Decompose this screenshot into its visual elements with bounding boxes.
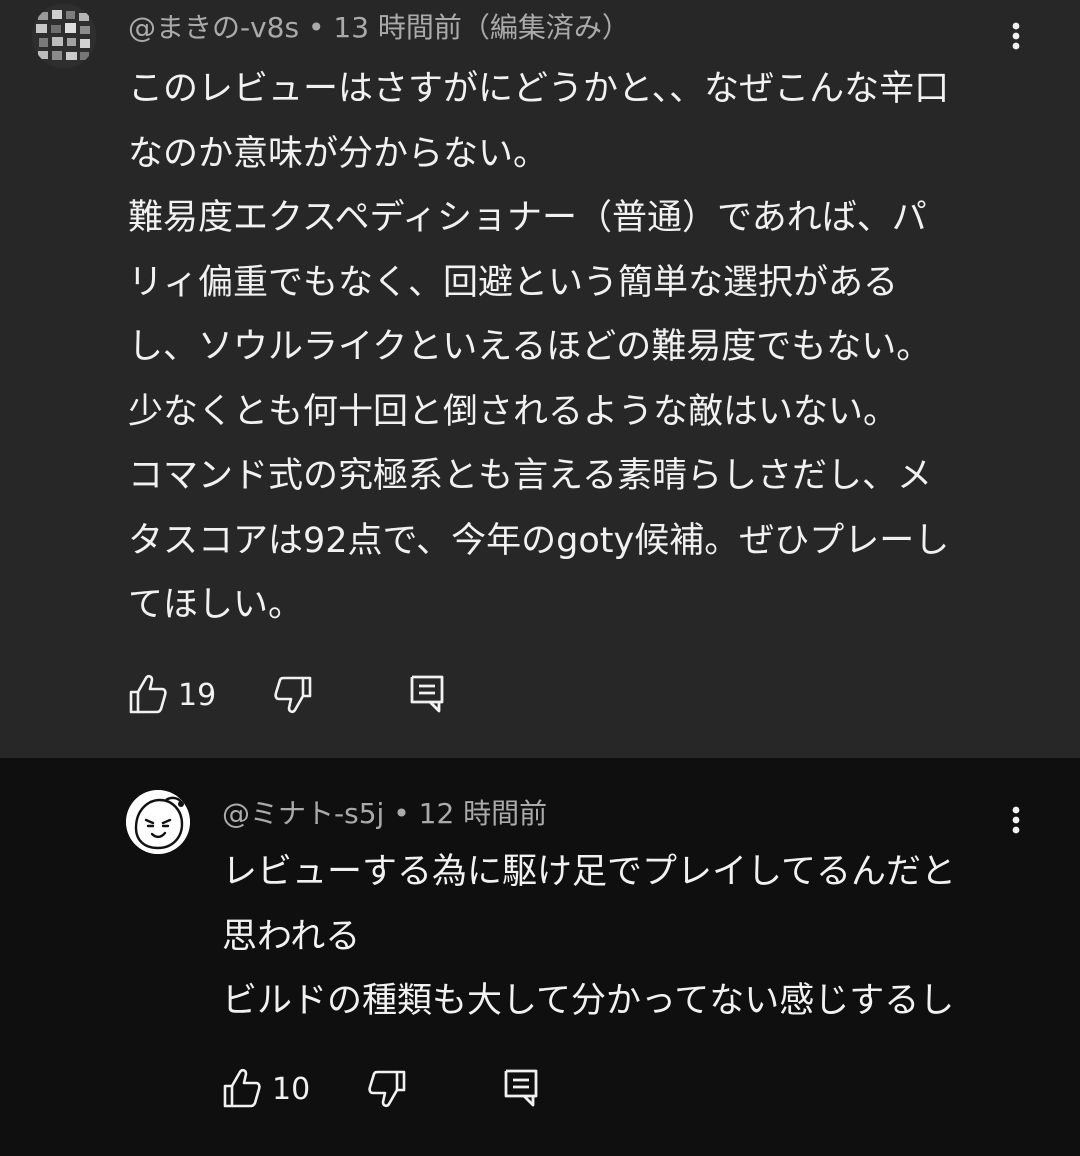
like-button[interactable] <box>222 1066 262 1110</box>
comment-text-line: てほしい。 <box>128 585 304 625</box>
reply-button[interactable] <box>502 1066 542 1110</box>
reply-button[interactable] <box>408 672 448 716</box>
thumbs-up-icon <box>223 1068 261 1108</box>
dislike-button[interactable] <box>273 672 313 716</box>
comment-text-line: なのか意味が分からない。 <box>128 133 549 174</box>
comment-text: このレビューはさすがにどうかと、、なぜこんな辛口 なのか意味が分からない。 難易… <box>128 57 949 638</box>
comment-time: 13 時間前（編集済み） <box>333 11 630 44</box>
more-vertical-icon[interactable] <box>996 16 1036 56</box>
meta-separator: • <box>393 797 410 830</box>
smirk-face-avatar-icon[interactable] <box>126 790 190 854</box>
comment-card: @ミナト-s5j • 12 時間前 レビューする為に駆け足でプレイしてるんだと … <box>0 758 1080 1156</box>
comment-card: @まきの-v8s • 13 時間前（編集済み） このレビューはさすがにどうかと、… <box>0 0 1080 758</box>
dislike-button[interactable] <box>367 1066 407 1110</box>
comment-time: 12 時間前 <box>418 797 548 830</box>
like-count: 10 <box>272 1072 311 1107</box>
comment-meta: @まきの-v8s • 13 時間前（編集済み） <box>128 8 630 48</box>
comment-text-line: タスコアは92点で、今年のgoty候補。ぜひプレーし <box>128 520 950 561</box>
pixel-pattern-avatar-icon[interactable] <box>32 4 96 68</box>
comment-text-line: このレビューはさすがにどうかと、、なぜこんな辛口 <box>128 69 950 109</box>
thumbs-down-icon <box>368 1070 406 1108</box>
comment-text-line: レビューする為に駆け足でプレイしてるんだと <box>222 852 956 892</box>
comment-text: レビューする為に駆け足でプレイしてるんだと 思われる ビルドの種類も大して分かっ… <box>222 840 956 1034</box>
like-button[interactable] <box>128 672 168 716</box>
comment-meta: @ミナト-s5j • 12 時間前 <box>222 794 547 834</box>
comment-text-line: リィ偏重でもなく、回避という簡単な選択がある <box>128 262 899 303</box>
comment-author[interactable]: @ミナト-s5j <box>222 797 384 830</box>
like-count: 19 <box>178 678 217 713</box>
meta-separator: • <box>307 11 325 44</box>
comment-author[interactable]: @まきの-v8s <box>128 11 299 44</box>
more-vertical-icon[interactable] <box>996 800 1036 840</box>
comment-text-line: 少なくとも何十回と倒されるような敵はいない。 <box>128 391 899 432</box>
thumbs-down-icon <box>274 676 312 714</box>
comment-text-line: 難易度エクスペディショナー（普通）であれば、パ <box>128 198 927 238</box>
comment-text-line: コマンド式の究極系とも言える素晴らしさだし、メ <box>128 456 932 496</box>
reply-icon <box>410 675 444 713</box>
comment-text-line: し、ソウルライクといえるほどの難易度でもない。 <box>128 327 932 367</box>
comment-text-line: 思われる <box>222 916 361 957</box>
thumbs-up-icon <box>129 674 167 714</box>
comment-text-line: ビルドの種類も大して分かってない感じするし <box>222 981 955 1021</box>
reply-icon <box>504 1069 538 1107</box>
